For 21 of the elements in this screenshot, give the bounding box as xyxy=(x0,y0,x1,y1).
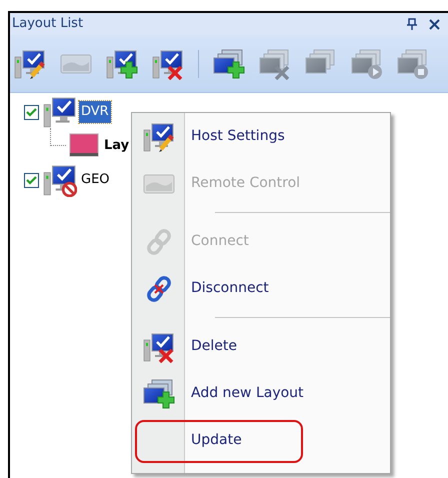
menu-item[interactable]: Update xyxy=(191,430,242,451)
panel-title: Layout List xyxy=(12,15,84,34)
checkbox[interactable] xyxy=(24,172,39,188)
monitors-plus-icon[interactable] xyxy=(213,48,245,80)
tree-item-label[interactable]: GEO xyxy=(79,169,112,191)
tree-item-label[interactable]: Lay xyxy=(102,135,132,157)
checkbox[interactable] xyxy=(24,104,39,120)
menu-item[interactable]: Add new Layout xyxy=(191,383,304,404)
monitor-cross-icon[interactable] xyxy=(152,48,184,80)
monitor-pencil-icon xyxy=(142,120,174,152)
tree-item-label[interactable]: DVR xyxy=(79,101,111,123)
monitor-cross-icon xyxy=(142,330,174,362)
menu-item[interactable]: Disconnect xyxy=(191,278,269,299)
close-icon[interactable] xyxy=(429,18,440,30)
monitor-blocked-icon xyxy=(43,163,77,197)
pin-icon[interactable] xyxy=(407,18,417,30)
menu-item[interactable]: Host Settings xyxy=(191,126,285,147)
monitors-plus-icon xyxy=(142,378,174,410)
menu-item[interactable]: Delete xyxy=(191,336,237,357)
monitor-pencil-icon[interactable] xyxy=(14,48,46,80)
monitor-plus-icon[interactable] xyxy=(106,48,138,80)
